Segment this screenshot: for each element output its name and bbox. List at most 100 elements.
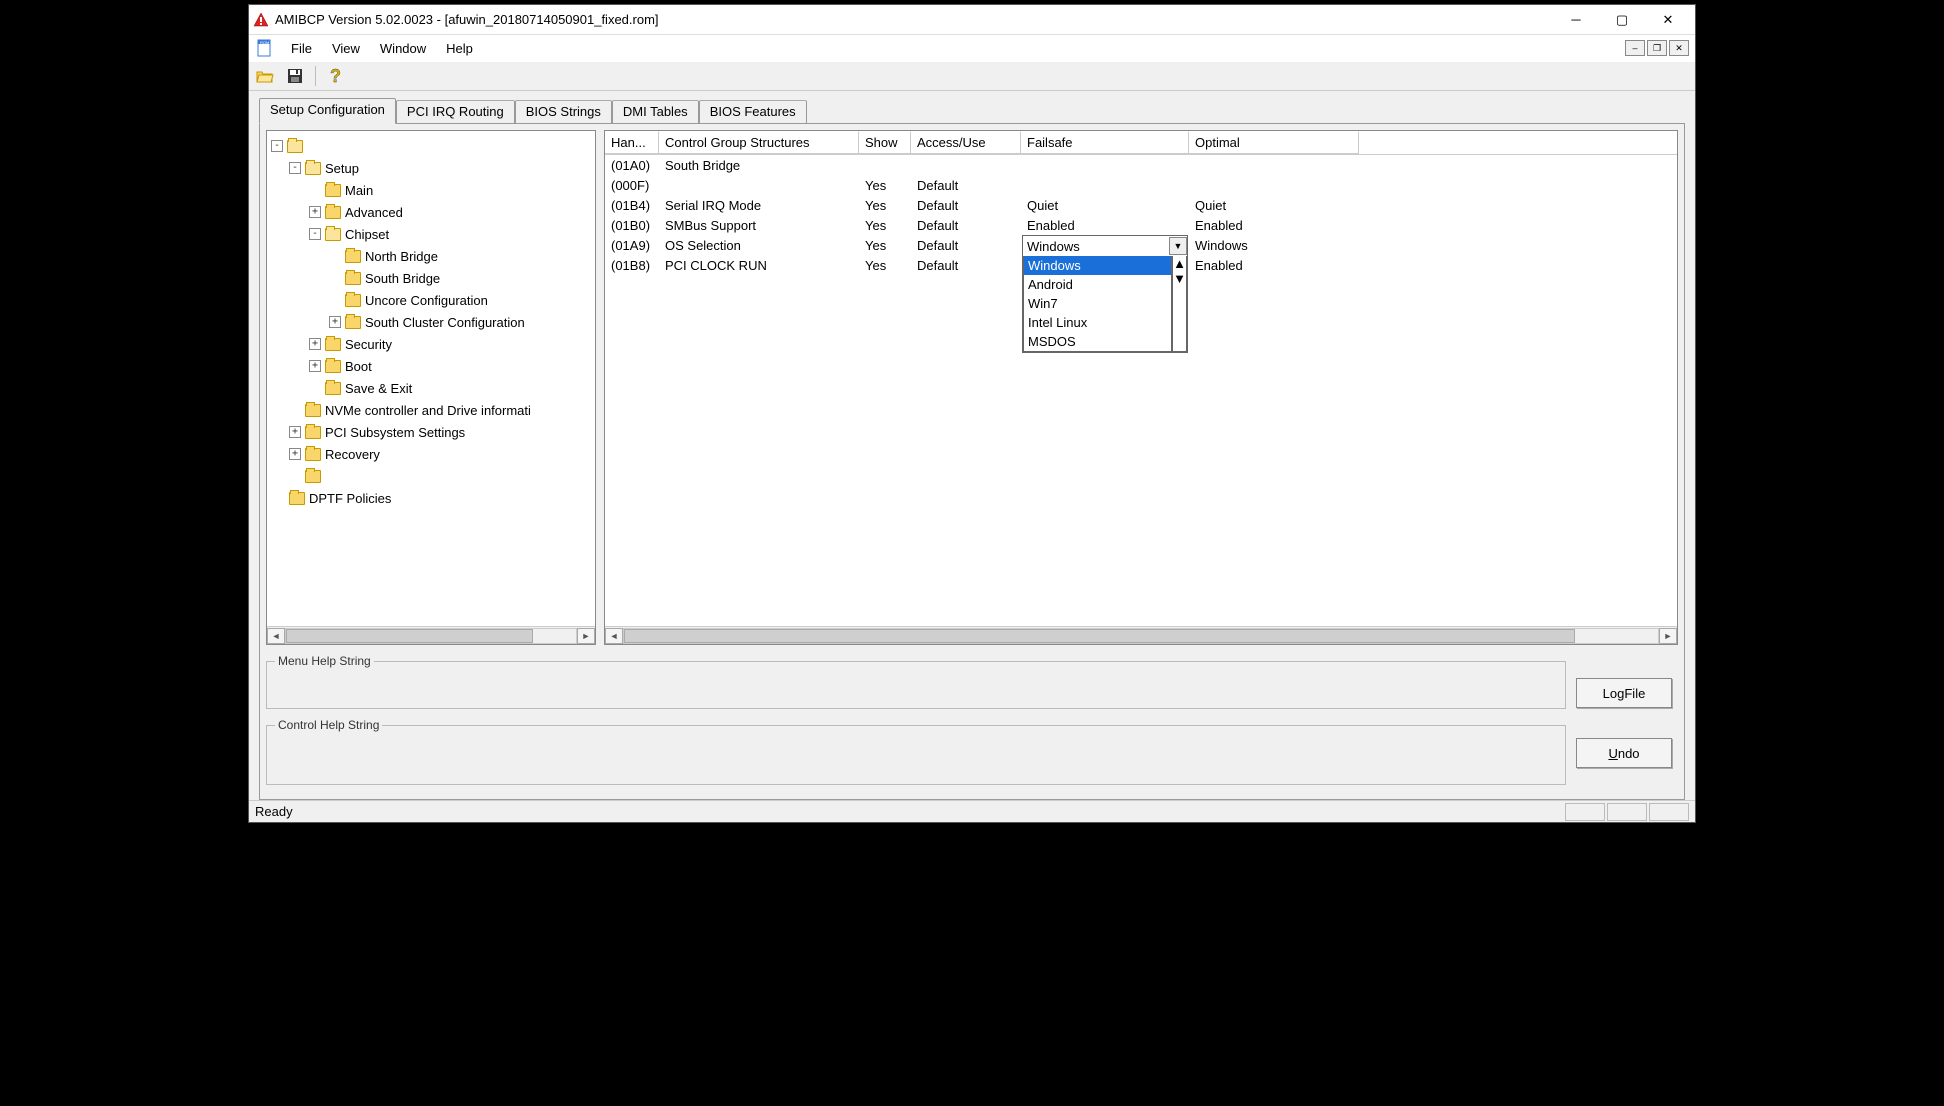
dropdown-scrollbar[interactable]: ▲ ▼ [1172,256,1187,352]
col-failsafe[interactable]: Failsafe [1021,131,1189,154]
save-disk-icon [287,68,303,84]
folder-icon [345,272,361,285]
tree-node-north-bridge[interactable]: North Bridge [365,249,438,264]
menu-file[interactable]: File [281,39,322,58]
save-button[interactable] [283,64,307,88]
menu-view[interactable]: View [322,39,370,58]
tree-node-nvme[interactable]: NVMe controller and Drive informati [325,403,531,418]
tree-node-recovery[interactable]: Recovery [325,447,380,462]
scroll-track[interactable] [285,628,577,644]
mdi-doc-icon: ROM [255,38,275,58]
content-area: Setup Configuration PCI IRQ Routing BIOS… [249,91,1695,800]
expander-icon[interactable]: + [309,206,321,218]
menu-help[interactable]: Help [436,39,483,58]
scroll-track[interactable] [623,628,1659,644]
tree-node-main[interactable]: Main [345,183,373,198]
tab-pci-irq-routing[interactable]: PCI IRQ Routing [396,100,515,123]
col-show[interactable]: Show [859,131,911,154]
menu-help-group: Menu Help String [266,661,1566,709]
scroll-right-button[interactable]: ► [577,628,595,644]
scroll-up-button[interactable]: ▲ [1173,256,1186,271]
folder-open-icon [287,140,303,153]
mdi-close-button[interactable]: ✕ [1669,40,1689,56]
tree-node-uncore[interactable]: Uncore Configuration [365,293,488,308]
expander-icon[interactable]: + [329,316,341,328]
table-row[interactable]: (000F)YesDefault [605,175,1677,195]
tree-node-dptf[interactable]: DPTF Policies [309,491,391,506]
expander-icon[interactable]: - [271,140,283,152]
folder-icon [325,206,341,219]
dropdown-option[interactable]: MSDOS [1024,332,1171,351]
dropdown-option[interactable]: Android [1024,275,1171,294]
folder-icon [305,448,321,461]
maximize-button[interactable]: ▢ [1599,6,1645,34]
tree-node-south-cluster[interactable]: South Cluster Configuration [365,315,525,330]
close-button[interactable]: ✕ [1645,6,1691,34]
tab-bios-strings[interactable]: BIOS Strings [515,100,612,123]
folder-icon [305,426,321,439]
tree-hscroll[interactable]: ◄ ► [267,626,595,644]
expander-icon[interactable]: + [309,360,321,372]
dropdown-list: Windows Android Win7 Intel Linux MSDOS [1023,256,1172,352]
dropdown-option[interactable]: Win7 [1024,294,1171,313]
expander-icon[interactable]: - [309,228,321,240]
undo-button[interactable]: Undo [1576,738,1672,768]
expander-icon[interactable]: + [289,448,301,460]
tab-bios-features[interactable]: BIOS Features [699,100,807,123]
menu-window[interactable]: Window [370,39,436,58]
mdi-restore-button[interactable]: ❐ [1647,40,1667,56]
control-help-label: Control Help String [275,718,382,732]
folder-icon [305,404,321,417]
dropdown-arrow-button[interactable]: ▼ [1169,237,1187,255]
failsafe-dropdown[interactable]: Windows ▼ Windows Android Win7 Intel Lin… [1022,235,1188,353]
minimize-button[interactable]: ─ [1553,6,1599,34]
folder-icon [289,492,305,505]
tab-strip: Setup Configuration PCI IRQ Routing BIOS… [259,97,1685,123]
col-han[interactable]: Han... [605,131,659,154]
control-help-group: Control Help String [266,725,1566,785]
open-button[interactable] [253,64,277,88]
tree-node-setup[interactable]: Setup [325,161,359,176]
svg-text:ROM: ROM [260,40,269,45]
logfile-button[interactable]: LogFile [1576,678,1672,708]
col-control-group[interactable]: Control Group Structures [659,131,859,154]
toolbar-separator [315,66,316,86]
scroll-left-button[interactable]: ◄ [267,628,285,644]
table-row[interactable]: (01A0)South Bridge [605,155,1677,175]
folder-icon [305,470,321,483]
mdi-minimize-button[interactable]: – [1625,40,1645,56]
table-row[interactable]: (01B0)SMBus SupportYesDefaultEnabledEnab… [605,215,1677,235]
tab-dmi-tables[interactable]: DMI Tables [612,100,699,123]
expander-icon[interactable]: - [289,162,301,174]
table-hscroll[interactable]: ◄ ► [605,626,1677,644]
scroll-right-button[interactable]: ► [1659,628,1677,644]
help-button[interactable]: ? [324,64,348,88]
scroll-down-button[interactable]: ▼ [1173,271,1186,286]
expander-icon[interactable]: + [289,426,301,438]
status-bar: Ready [249,800,1695,822]
tree-node-security[interactable]: Security [345,337,392,352]
dropdown-selected: Windows [1023,239,1169,254]
col-optimal[interactable]: Optimal [1189,131,1359,154]
scroll-left-button[interactable]: ◄ [605,628,623,644]
tree-view[interactable]: - - Setup Main + Advanced - Chipset North B… [267,131,595,626]
tree-node-chipset[interactable]: Chipset [345,227,389,242]
scroll-thumb[interactable] [286,629,533,643]
folder-icon [325,338,341,351]
folder-icon [325,382,341,395]
tree-node-south-bridge[interactable]: South Bridge [365,271,440,286]
folder-icon [345,250,361,263]
tree-node-pci-subsystem[interactable]: PCI Subsystem Settings [325,425,465,440]
tree-node-save-exit[interactable]: Save & Exit [345,381,412,396]
dropdown-option[interactable]: Intel Linux [1024,313,1171,332]
tree-node-advanced[interactable]: Advanced [345,205,403,220]
tab-setup-configuration[interactable]: Setup Configuration [259,98,396,124]
table-row[interactable]: (01B4)Serial IRQ ModeYesDefaultQuietQuie… [605,195,1677,215]
tree-node-boot[interactable]: Boot [345,359,372,374]
col-access[interactable]: Access/Use [911,131,1021,154]
dropdown-option[interactable]: Windows [1024,256,1171,275]
scroll-thumb[interactable] [624,629,1575,643]
expander-icon[interactable]: + [309,338,321,350]
open-folder-icon [256,67,274,85]
folder-icon [325,184,341,197]
